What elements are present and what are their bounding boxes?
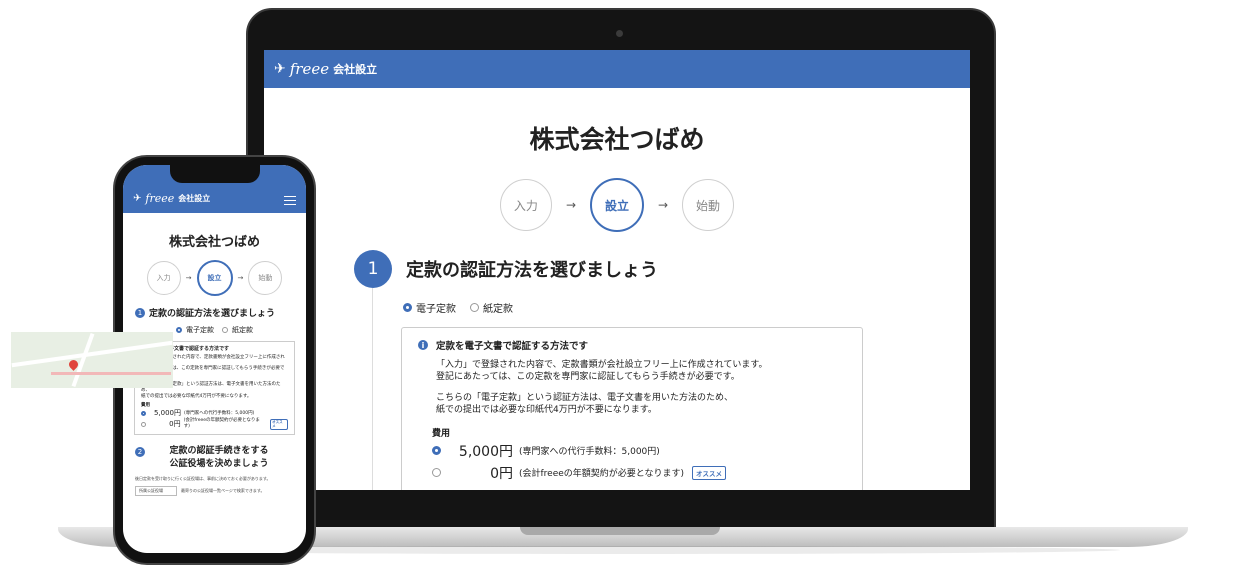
- radio-label: 紙定款: [232, 326, 253, 334]
- step-indicator: 入力 → 設立 → 始動: [264, 178, 970, 232]
- arrow-right-icon: →: [658, 198, 669, 212]
- section-1-header: 1 定款の認証方法を選びましょう: [135, 306, 306, 319]
- info-title: 定款を電子文書で認証する方法です: [436, 341, 589, 352]
- fee-label: 費用: [432, 428, 451, 439]
- notary-select[interactable]: 所属公証役場: [135, 486, 177, 497]
- radio-checked-icon: [403, 303, 412, 312]
- logo-brand: freee: [145, 192, 175, 205]
- map[interactable]: [11, 332, 173, 388]
- map-road: [51, 372, 171, 375]
- fee-amount: 0円: [169, 419, 181, 428]
- page-title: 株式会社つばめ: [529, 125, 705, 154]
- arrow-right-icon: →: [565, 198, 576, 212]
- select-note: 最寄りの公証役場一覧ページで検索できます。: [181, 488, 265, 494]
- section-2-text: 後日定款を受け取りに行く公証役場は、事前に決めておく必要があります。: [135, 476, 271, 482]
- radio-electronic[interactable]: 電子定款: [403, 300, 456, 315]
- certification-method-radios: 電子定款 紙定款: [403, 300, 970, 315]
- section-2-header: 2 定款の認証手続きをする 公証役場を決めましょう: [135, 445, 306, 470]
- radio-unchecked-icon: [141, 421, 146, 427]
- laptop-screen: ✈ freee 会社設立 株式会社つばめ 入力 → 設立 → 始動 1 定款の認…: [264, 50, 970, 490]
- radio-paper[interactable]: 紙定款: [222, 325, 253, 335]
- freee-logo[interactable]: ✈ freee 会社設立: [274, 60, 377, 78]
- arrow-right-icon: →: [237, 274, 244, 282]
- radio-checked-icon: [432, 446, 441, 456]
- step-start: 始動: [682, 179, 735, 231]
- phone-notch: [170, 163, 260, 183]
- fee-note: (会計freeeの年額契約が必要となります): [183, 418, 260, 430]
- app-header: ✈ freee 会社設立: [264, 50, 970, 88]
- radio-checked-icon: [176, 327, 182, 333]
- camera-icon: [616, 30, 623, 37]
- info-header: i 定款を電子文書で認証する方法です: [418, 338, 846, 352]
- section-number: 2: [135, 447, 145, 458]
- radio-unchecked-icon: [470, 303, 479, 312]
- step-start: 始動: [248, 261, 283, 295]
- fee-option-2[interactable]: 0円 (会計freeeの年額契約が必要となります) オススメ: [141, 418, 288, 430]
- arrow-right-icon: →: [185, 274, 192, 282]
- section-title: 定款の認証手続きをする 公証役場を決めましょう: [149, 445, 289, 470]
- info-line: 紙での提出では必要な印紙代4万円が不要になります。: [436, 405, 657, 416]
- step-establish: 設立: [590, 178, 644, 232]
- section-title: 定款の認証方法を選びましょう: [406, 260, 658, 281]
- radio-label: 電子定款: [416, 304, 456, 315]
- fee-option-1[interactable]: 5,000円 (専門家への代行手数料：5,000円): [141, 409, 288, 418]
- logo-brand: freee: [289, 60, 330, 78]
- laptop-notch: [520, 527, 720, 535]
- fee-option-2[interactable]: 0円 (会計freeeの年額契約が必要となります) オススメ: [432, 463, 846, 483]
- fee-note: (専門家への代行手数料：5,000円): [519, 447, 660, 458]
- fee-amount: 5,000円: [153, 409, 181, 418]
- section-number: 1: [354, 250, 392, 288]
- fee-note: (専門家への代行手数料：5,000円): [184, 410, 255, 416]
- step-input: 入力: [499, 179, 552, 231]
- step-input: 入力: [146, 261, 181, 295]
- step-establish: 設立: [196, 260, 233, 296]
- info-line: こちらの「電子定款」という認証方法は、電子文書を用いた方法のため、: [436, 393, 734, 404]
- radio-electronic[interactable]: 電子定款: [176, 325, 214, 335]
- logo-service: 会社設立: [178, 194, 211, 203]
- section-1-header: 1 定款の認証方法を選びましょう: [354, 250, 970, 288]
- fee-amount: 0円: [490, 465, 513, 482]
- step-indicator: 入力 → 設立 → 始動: [123, 260, 306, 296]
- fee-amount: 5,000円: [458, 443, 513, 460]
- section-number: 1: [135, 307, 145, 318]
- logo-service: 会社設立: [333, 63, 378, 76]
- hamburger-menu-icon[interactable]: [284, 196, 296, 205]
- recommend-badge: オススメ: [270, 418, 288, 430]
- radio-label: 電子定款: [186, 326, 214, 334]
- radio-unchecked-icon: [222, 327, 228, 333]
- radio-label: 紙定款: [483, 304, 513, 315]
- fee-note: (会計freeeの年額契約が必要となります): [519, 469, 685, 480]
- radio-paper[interactable]: 紙定款: [470, 300, 513, 315]
- info-line: 登記にあたっては、この定款を専門家に認証してもらう手続きが必要です。: [436, 372, 740, 383]
- info-line: 紙での提出では必要な印紙代4万円が不要になります。: [141, 393, 252, 399]
- swallow-icon: ✈: [274, 61, 286, 77]
- fee-option-1[interactable]: 5,000円 (専門家への代行手数料：5,000円): [432, 441, 846, 461]
- radio-unchecked-icon: [432, 468, 441, 478]
- radio-checked-icon: [141, 411, 146, 417]
- section-1-body: 電子定款 紙定款 i 定款を電子文書で認証する方法です 「入力」で登録された内容…: [372, 288, 970, 490]
- notary-select-row: 所属公証役場 最寄りの公証役場一覧ページで検索できます。: [135, 486, 294, 497]
- section-title-line: 公証役場を決めましょう: [169, 458, 269, 469]
- info-text: 「入力」で登録された内容で、定款書類が会社設立フリー上に作成されています。 登記…: [436, 359, 846, 417]
- info-box: i 定款を電子文書で認証する方法です 「入力」で登録された内容で、定款書類が会社…: [401, 327, 863, 490]
- recommend-badge: オススメ: [692, 465, 727, 480]
- section-title: 定款の認証方法を選びましょう: [149, 309, 276, 319]
- page-title: 株式会社つばめ: [168, 235, 260, 250]
- info-icon: i: [418, 340, 428, 350]
- freee-logo[interactable]: ✈ freee 会社設立: [133, 192, 210, 205]
- section-title-line: 定款の認証手続きをする: [169, 446, 269, 457]
- swallow-icon: ✈: [133, 193, 142, 204]
- info-line: 「入力」で登録された内容で、定款書類が会社設立フリー上に作成されています。: [436, 360, 768, 370]
- map-road: [11, 340, 173, 368]
